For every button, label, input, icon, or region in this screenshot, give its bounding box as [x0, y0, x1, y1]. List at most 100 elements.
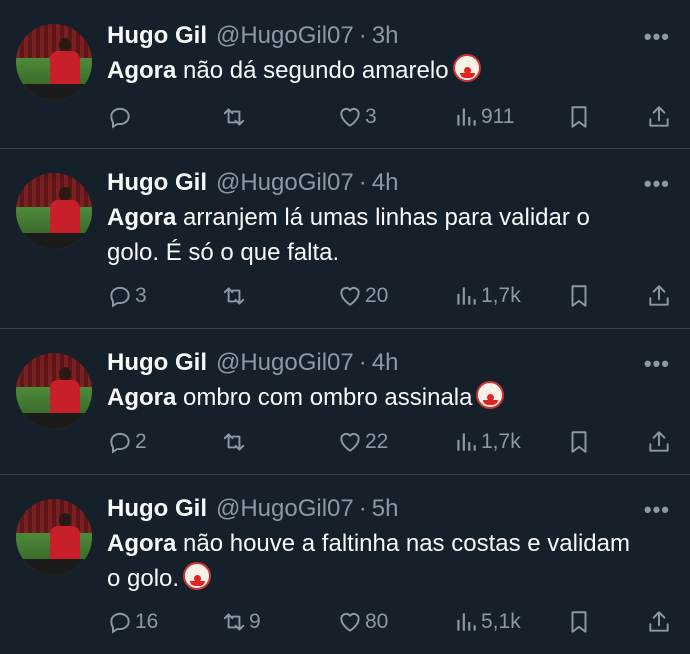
- reply-icon: [110, 612, 130, 634]
- tweet-text: Agora arranjem lá umas linhas para valid…: [107, 200, 647, 270]
- like-button[interactable]: 3: [337, 104, 377, 130]
- username[interactable]: @HugoGil07: [216, 494, 354, 524]
- reply-icon: [110, 432, 130, 454]
- views-button[interactable]: 1,7k: [453, 283, 521, 309]
- display-name[interactable]: Hugo Gil: [107, 494, 207, 524]
- reply-icon: [110, 107, 130, 129]
- avatar[interactable]: [16, 173, 92, 249]
- avatar[interactable]: [16, 353, 92, 429]
- retweet-button[interactable]: [221, 429, 249, 455]
- retweet-button[interactable]: [221, 283, 249, 309]
- username[interactable]: @HugoGil07: [216, 168, 354, 198]
- timestamp[interactable]: 4h: [372, 348, 399, 378]
- tweet-text-bold: Agora: [107, 530, 177, 557]
- tweet-actions: 2 22 1,7k: [107, 427, 673, 457]
- avatar[interactable]: [16, 24, 92, 100]
- timestamp[interactable]: 5h: [372, 494, 399, 524]
- bookmark-button[interactable]: [566, 283, 592, 309]
- timestamp[interactable]: 4h: [372, 168, 399, 198]
- like-count: 80: [365, 610, 389, 633]
- reply-button[interactable]: [107, 104, 135, 130]
- tweet[interactable]: Hugo Gil @HugoGil07 · 5h Agora não houve…: [0, 475, 690, 654]
- views-count: 5,1k: [481, 610, 521, 633]
- share-button[interactable]: [646, 429, 672, 455]
- reply-icon: [110, 286, 130, 308]
- like-count: 3: [365, 105, 377, 128]
- username[interactable]: @HugoGil07: [216, 348, 354, 378]
- reply-button[interactable]: 2: [107, 429, 147, 455]
- tweet-actions: 3 20 1,7k: [107, 281, 673, 311]
- bookmark-button[interactable]: [566, 609, 592, 635]
- retweet-icon: [223, 108, 245, 126]
- tweet-text: Agora ombro com ombro assinala: [107, 380, 647, 415]
- views-button[interactable]: 911: [453, 104, 514, 130]
- bookmark-button[interactable]: [566, 429, 592, 455]
- retweet-count: 9: [249, 610, 261, 633]
- heart-icon: [340, 107, 360, 127]
- clown-emoji-icon: [476, 381, 505, 409]
- like-count: 22: [365, 430, 389, 453]
- tweet-text-body: ombro com ombro assinala: [183, 384, 473, 411]
- bookmark-icon: [571, 431, 587, 453]
- more-icon[interactable]: •••: [644, 26, 670, 48]
- tweet-header: Hugo Gil @HugoGil07 · 5h: [107, 494, 670, 524]
- tweet-header: Hugo Gil @HugoGil07 · 4h: [107, 168, 670, 198]
- reply-button[interactable]: 16: [107, 609, 158, 635]
- share-icon: [649, 285, 669, 306]
- more-icon[interactable]: •••: [644, 353, 670, 375]
- tweet-text: Agora não houve a faltinha nas costas e …: [107, 526, 647, 596]
- display-name[interactable]: Hugo Gil: [107, 21, 207, 51]
- like-button[interactable]: 80: [337, 609, 388, 635]
- views-icon: [457, 108, 476, 126]
- bookmark-icon: [571, 106, 587, 128]
- tweet[interactable]: Hugo Gil @HugoGil07 · 4h Agora arranjem …: [0, 149, 690, 329]
- display-name[interactable]: Hugo Gil: [107, 168, 207, 198]
- avatar[interactable]: [16, 499, 92, 575]
- like-button[interactable]: 20: [337, 283, 388, 309]
- tweet-text-bold: Agora: [107, 384, 177, 411]
- separator-dot: ·: [358, 349, 367, 376]
- separator-dot: ·: [358, 22, 367, 49]
- tweet-text-body: arranjem lá umas linhas para validar o g…: [107, 204, 590, 266]
- share-button[interactable]: [646, 609, 672, 635]
- views-icon: [457, 433, 476, 451]
- share-icon: [649, 431, 669, 452]
- display-name[interactable]: Hugo Gil: [107, 348, 207, 378]
- retweet-icon: [223, 287, 245, 305]
- like-button[interactable]: 22: [337, 429, 388, 455]
- views-button[interactable]: 1,7k: [453, 429, 521, 455]
- more-icon[interactable]: •••: [644, 499, 670, 521]
- share-button[interactable]: [646, 283, 672, 309]
- heart-icon: [340, 286, 360, 306]
- tweet-actions: 3 911: [107, 102, 673, 132]
- reply-count: 2: [135, 430, 147, 453]
- clown-emoji-icon: [183, 562, 212, 590]
- bookmark-button[interactable]: [566, 104, 592, 130]
- tweet[interactable]: Hugo Gil @HugoGil07 · 3h Agora não dá se…: [0, 0, 690, 149]
- separator-dot: ·: [358, 495, 367, 522]
- reply-count: 16: [135, 610, 159, 633]
- retweet-button[interactable]: 9: [221, 609, 261, 635]
- separator-dot: ·: [358, 169, 367, 196]
- timestamp[interactable]: 3h: [372, 21, 399, 51]
- retweet-button[interactable]: [221, 104, 249, 130]
- reply-count: 3: [135, 284, 147, 307]
- timeline: Hugo Gil @HugoGil07 · 3h Agora não dá se…: [0, 0, 690, 654]
- bookmark-icon: [571, 611, 587, 633]
- share-icon: [649, 611, 669, 632]
- share-icon: [649, 106, 669, 127]
- tweet-text-body: não dá segundo amarelo: [183, 57, 449, 84]
- share-button[interactable]: [646, 104, 672, 130]
- tweet[interactable]: Hugo Gil @HugoGil07 · 4h Agora ombro com…: [0, 329, 690, 475]
- tweet-text-bold: Agora: [107, 57, 177, 84]
- views-count: 1,7k: [481, 284, 521, 307]
- username[interactable]: @HugoGil07: [216, 21, 354, 51]
- tweet-header: Hugo Gil @HugoGil07 · 4h: [107, 348, 670, 378]
- views-button[interactable]: 5,1k: [453, 609, 521, 635]
- reply-button[interactable]: 3: [107, 283, 147, 309]
- retweet-icon: [223, 613, 245, 631]
- more-icon[interactable]: •••: [644, 173, 670, 195]
- views-icon: [457, 287, 476, 305]
- views-count: 911: [481, 105, 515, 128]
- tweet-actions: 16 9 80 5,1k: [107, 607, 673, 637]
